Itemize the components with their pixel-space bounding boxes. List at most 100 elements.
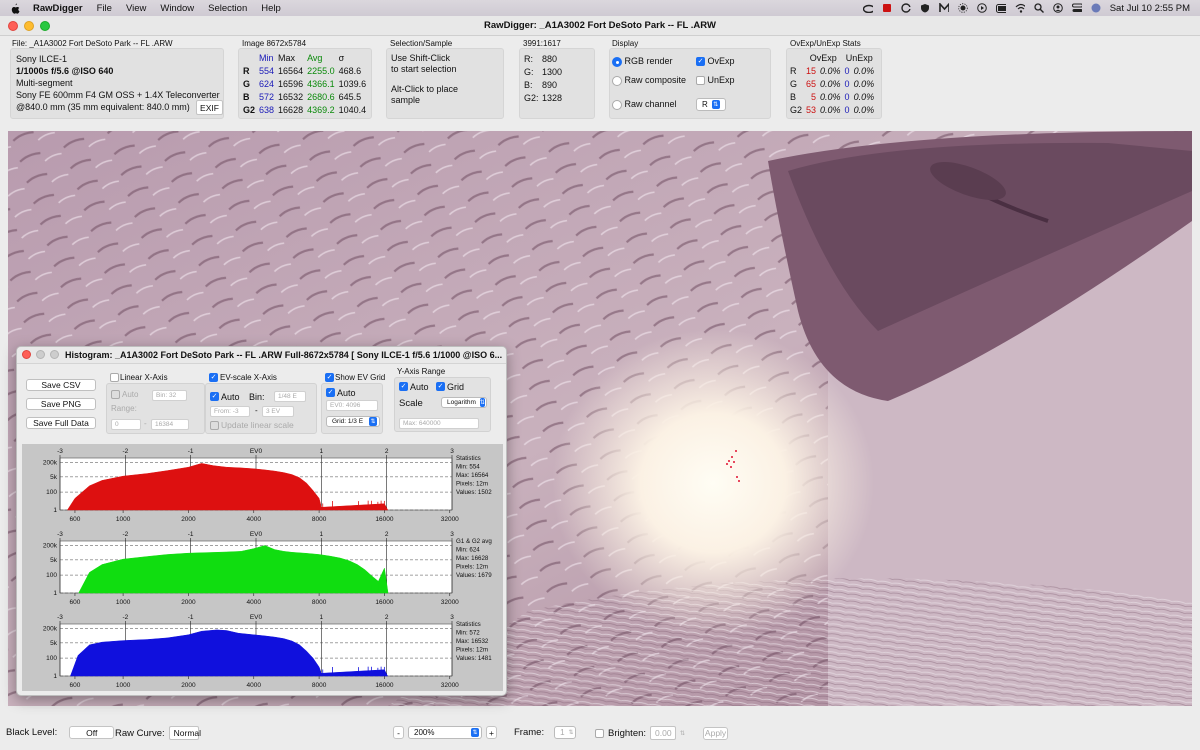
malware-icon[interactable]	[938, 3, 949, 13]
linear-bin-select[interactable]: Bin: 32	[152, 390, 187, 401]
update-linear-checkbox[interactable]	[210, 421, 219, 430]
y-grid-checkbox[interactable]: ✓	[436, 382, 445, 391]
apple-icon[interactable]	[10, 3, 20, 14]
ev-auto-checkbox[interactable]: ✓	[210, 392, 219, 401]
search-icon[interactable]	[1034, 3, 1044, 13]
menu-view[interactable]: View	[126, 3, 146, 14]
ev-grid-auto-checkbox[interactable]: ✓	[326, 388, 335, 397]
rgb-render-radio[interactable]: RGB render	[612, 56, 673, 67]
wifi-icon[interactable]	[1015, 3, 1025, 13]
menu-window[interactable]: Window	[160, 3, 194, 14]
menu-app[interactable]: RawDigger	[33, 3, 83, 14]
brighten-control: Brighten: 0.00 ⇅ Apply	[595, 726, 729, 740]
image-size-label: Image 8672x5784	[242, 39, 307, 48]
x-tick-label: 32000	[441, 516, 459, 523]
linear-range-to[interactable]: 16384	[151, 419, 189, 430]
ev-scale-checkbox[interactable]: ✓	[209, 373, 218, 382]
menu-selection[interactable]: Selection	[208, 3, 247, 14]
play-icon[interactable]	[976, 3, 987, 13]
close-window-button[interactable]	[8, 21, 18, 31]
ev-tick-label: 3	[450, 614, 454, 621]
ev-bin-select[interactable]: 1/48 E	[274, 391, 306, 402]
zoom-window-button[interactable]	[40, 21, 50, 31]
exposure-info: 1/1000s f/5.6 @ISO 640	[16, 66, 114, 76]
menu-clock[interactable]: Sat Jul 10 2:55 PM	[1110, 3, 1190, 14]
close-histogram-button[interactable]	[22, 350, 31, 359]
ev-from-field[interactable]: From: -3	[210, 406, 250, 417]
chevron-updown-icon: ⇅	[711, 100, 720, 109]
menu-bar: RawDigger File View Window Selection Hel…	[0, 0, 1200, 16]
menu-help[interactable]: Help	[261, 3, 281, 14]
sun-icon[interactable]	[958, 3, 968, 13]
shield-icon[interactable]	[920, 3, 930, 13]
x-tick-label: 8000	[312, 516, 327, 523]
radio-off-icon[interactable]	[612, 99, 622, 110]
control-center-icon[interactable]	[1071, 3, 1082, 13]
radio-off-icon[interactable]	[612, 75, 622, 86]
y-tick-label: 5k	[50, 474, 58, 481]
battery-icon[interactable]	[995, 3, 1006, 13]
sample-hint-2: sample	[391, 94, 421, 105]
save-csv-button[interactable]: Save CSV	[26, 379, 96, 391]
minimize-window-button[interactable]	[24, 21, 34, 31]
save-full-data-button[interactable]: Save Full Data	[26, 417, 96, 429]
unexp-checkbox[interactable]: UnExp	[696, 75, 735, 86]
window-title-bar: RawDigger: _A1A3002 Fort DeSoto Park -- …	[0, 16, 1200, 36]
histogram-stat-text: Statistics	[456, 455, 481, 462]
apply-button[interactable]: Apply	[703, 726, 729, 740]
notification-avatar-icon[interactable]	[1091, 3, 1101, 13]
exif-button[interactable]: EXIF	[196, 100, 223, 115]
ev-grid-select[interactable]: Grid: 1/3 E ⇅	[326, 416, 380, 427]
linear-range-from[interactable]: 0	[111, 419, 141, 430]
zoom-in-button[interactable]: +	[486, 726, 497, 739]
histogram-stat-text: Pixels: 12m	[456, 481, 488, 488]
ev-to-field[interactable]: 3 EV	[262, 406, 294, 417]
ovexp-checkbox[interactable]: ✓ OvExp	[696, 56, 735, 67]
ev-tick-label: -3	[57, 531, 63, 538]
zoom-select[interactable]: 200% ⇅	[408, 726, 482, 739]
histogram-stat-text: Pixels: 12m	[456, 647, 488, 654]
pdf-icon[interactable]	[882, 3, 892, 13]
save-png-button[interactable]: Save PNG	[26, 398, 96, 410]
grammar-icon[interactable]	[901, 3, 911, 13]
metering-mode: Multi-segment	[16, 78, 73, 88]
menu-file[interactable]: File	[97, 3, 112, 14]
ev-tick-label: 3	[450, 531, 454, 538]
lens-info: Sony FE 600mm F4 GM OSS + 1.4X Teleconve…	[16, 90, 220, 100]
x-tick-label: 16000	[375, 682, 393, 689]
raw-channel-select[interactable]: R ⇅	[696, 98, 726, 111]
brighten-checkbox[interactable]	[595, 728, 604, 738]
y-max-field[interactable]: Max: 640000	[399, 418, 479, 429]
black-level-button[interactable]: Off	[69, 726, 115, 739]
ev-tick-label: -2	[122, 614, 128, 621]
camera-model: Sony ILCE-1	[16, 54, 68, 64]
user-icon[interactable]	[1052, 3, 1063, 13]
raw-composite-radio[interactable]: Raw composite	[612, 75, 686, 86]
minimize-histogram-button[interactable]	[36, 350, 45, 359]
creative-cloud-icon[interactable]	[862, 3, 873, 13]
y-tick-label: 1	[53, 673, 57, 680]
stepper-icon[interactable]: ⇅	[680, 730, 685, 737]
raw-curve-field[interactable]: Normal	[168, 726, 201, 740]
cursor-coordinates: 3991:1617	[523, 39, 561, 48]
zoom-out-button[interactable]: -	[393, 726, 404, 739]
radio-on-icon[interactable]	[612, 56, 622, 67]
ev0-field[interactable]: EV0: 4096	[326, 400, 378, 411]
show-ev-grid-checkbox[interactable]: ✓	[325, 373, 334, 382]
frame-select[interactable]: 1 ⇅	[554, 726, 577, 739]
table-row: B 5 0.0% 0 0.0%	[790, 92, 875, 102]
zoom-histogram-button[interactable]	[50, 350, 59, 359]
y-auto-checkbox[interactable]: ✓	[399, 382, 408, 391]
y-tick-label: 1	[53, 507, 57, 514]
checkbox-icon[interactable]	[696, 76, 705, 86]
linear-auto-checkbox[interactable]	[111, 390, 120, 399]
table-row: B 572 16532 2680.6 645.5	[243, 92, 362, 102]
linear-x-axis-checkbox[interactable]	[110, 373, 119, 382]
chevron-updown-icon: ⇅	[479, 398, 485, 407]
raw-channel-radio[interactable]: Raw channel	[612, 99, 677, 110]
y-scale-select[interactable]: Logarithm ⇅	[441, 397, 487, 408]
black-level-control: Black Level: Off	[6, 726, 115, 739]
x-tick-label: 8000	[312, 682, 327, 689]
brighten-field[interactable]: 0.00	[650, 726, 677, 740]
checkmark-icon[interactable]: ✓	[696, 57, 705, 67]
